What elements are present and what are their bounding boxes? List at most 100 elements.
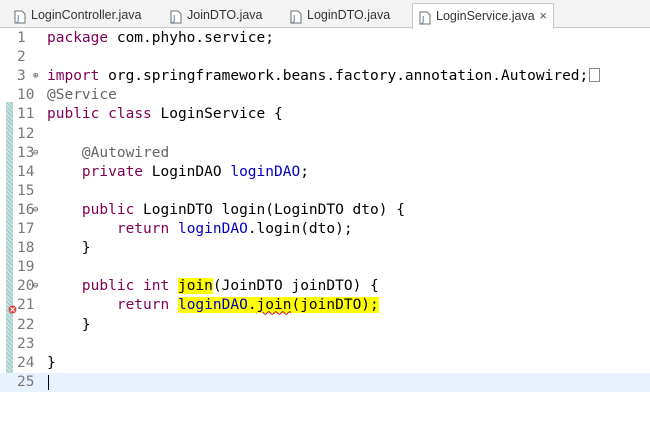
code-text: import org.springframework.beans.factory… [47,67,601,86]
code-token: int [143,278,170,295]
code-token: import [47,68,100,85]
error-marker-icon[interactable] [8,301,17,314]
code-token: LoginDAO [143,163,231,180]
code-line[interactable]: 16 ⊖ public LoginDTO login(LoginDTO dto) … [0,201,650,220]
code-text: package com.phyho.service; [47,29,274,48]
line-number: 21 [17,297,35,314]
code-line[interactable]: 20 ⊖ public int join(JoinDTO joinDTO) { [0,277,650,296]
svg-text:J: J [421,15,424,24]
java-file-icon: J [419,9,431,25]
svg-text:J: J [292,14,295,23]
code-token: . [247,297,257,314]
editor-tab-bar: J LoginController.java J JoinDTO.java J … [0,0,650,29]
code-token: com.phyho.service; [108,30,274,46]
code-line[interactable]: 14 private LoginDAO loginDAO; [0,163,650,182]
code-token: (joinDTO); [291,297,379,314]
code-token: loginDAO [177,221,248,237]
code-text: return loginDAO.login(dto); [47,220,353,239]
code-token: return [116,297,170,314]
code-token: package [47,30,109,46]
line-number: 23 [17,335,35,352]
code-token: } [47,354,56,371]
line-number: 12 [17,125,35,142]
code-text: private LoginDAO loginDAO; [47,163,309,182]
code-token: return [116,221,170,237]
code-line[interactable]: 12 [0,125,650,144]
code-text: } [47,316,91,335]
tab-login-dto[interactable]: J LoginDTO.java [290,3,408,28]
text-caret [48,374,49,390]
code-text: @Autowired [47,144,169,163]
code-text: @Service [47,86,117,105]
code-token: ; [300,163,309,180]
tab-login-controller[interactable]: J LoginController.java [14,3,164,28]
code-line[interactable]: 25 [0,372,650,392]
tab-login-service[interactable]: J LoginService.java × [412,3,554,29]
code-line[interactable]: 21 return loginDAO.join(joinDTO); [0,296,650,315]
tab-label: JoinDTO.java [187,8,263,22]
collapsed-imports-box[interactable] [589,68,601,83]
collapse-fold-icon[interactable]: ⊖ [33,277,38,296]
code-token: org.springframework.beans.factory.annota… [99,68,589,85]
line-number: 2 [17,49,26,66]
code-text: public class LoginService { [47,105,283,124]
code-token: public [81,201,135,218]
line-number: 1 [17,30,26,46]
tab-join-dto[interactable]: J JoinDTO.java [170,3,282,28]
code-line[interactable]: 1 package com.phyho.service; [0,29,650,48]
code-token: } [47,316,91,333]
line-number: 19 [17,259,35,276]
line-number: 14 [17,163,35,180]
tab-label: LoginService.java [436,9,535,23]
code-line[interactable]: 2 [0,48,650,67]
code-token: .login(dto); [247,221,353,237]
java-file-icon: J [14,8,26,24]
svg-text:J: J [16,14,19,23]
close-icon[interactable]: × [539,4,547,28]
code-line[interactable]: 11 public class LoginService { [0,105,650,124]
code-token: class [108,106,152,123]
code-token: LoginService { [151,106,283,123]
code-text: public int join(JoinDTO joinDTO) { [47,277,379,296]
line-number: 10 [17,87,35,104]
line-number: 22 [17,316,35,333]
code-token: @Service [47,87,117,104]
code-line[interactable]: 22 } [0,316,650,335]
code-token: (JoinDTO joinDTO) { [212,278,379,295]
code-token: public [81,278,135,295]
code-line[interactable]: 3 ⊕ import org.springframework.beans.facto… [0,67,650,86]
code-line[interactable]: 13 ⊖ @Autowired [0,144,650,163]
code-token: LoginDTO login(LoginDTO dto) { [134,201,405,218]
code-token: private [81,163,144,180]
line-number: 17 [17,221,35,237]
code-line[interactable]: 10 @Service [0,86,650,105]
code-line[interactable]: 19 [0,258,650,277]
java-file-icon: J [290,8,302,24]
code-line[interactable]: 18 } [0,239,650,258]
code-token: loginDAO [230,163,301,180]
code-line[interactable]: 15 [0,182,650,201]
line-number: 15 [17,182,35,199]
svg-text:J: J [172,14,175,23]
code-line[interactable]: 23 [0,335,650,354]
code-line[interactable]: 17 return loginDAO.login(dto); [0,220,650,239]
java-file-icon: J [170,8,182,24]
code-editor[interactable]: 1 package com.phyho.service; 2 3 ⊕ import org… [0,28,650,429]
expand-fold-icon[interactable]: ⊕ [33,67,38,86]
tab-label: LoginController.java [31,8,142,22]
collapse-fold-icon[interactable]: ⊖ [33,201,38,220]
collapse-fold-icon[interactable]: ⊖ [33,144,38,163]
code-line[interactable]: 24} [0,354,650,373]
code-text: } [47,354,56,373]
code-token: join [256,297,292,314]
code-token: join [177,278,213,295]
